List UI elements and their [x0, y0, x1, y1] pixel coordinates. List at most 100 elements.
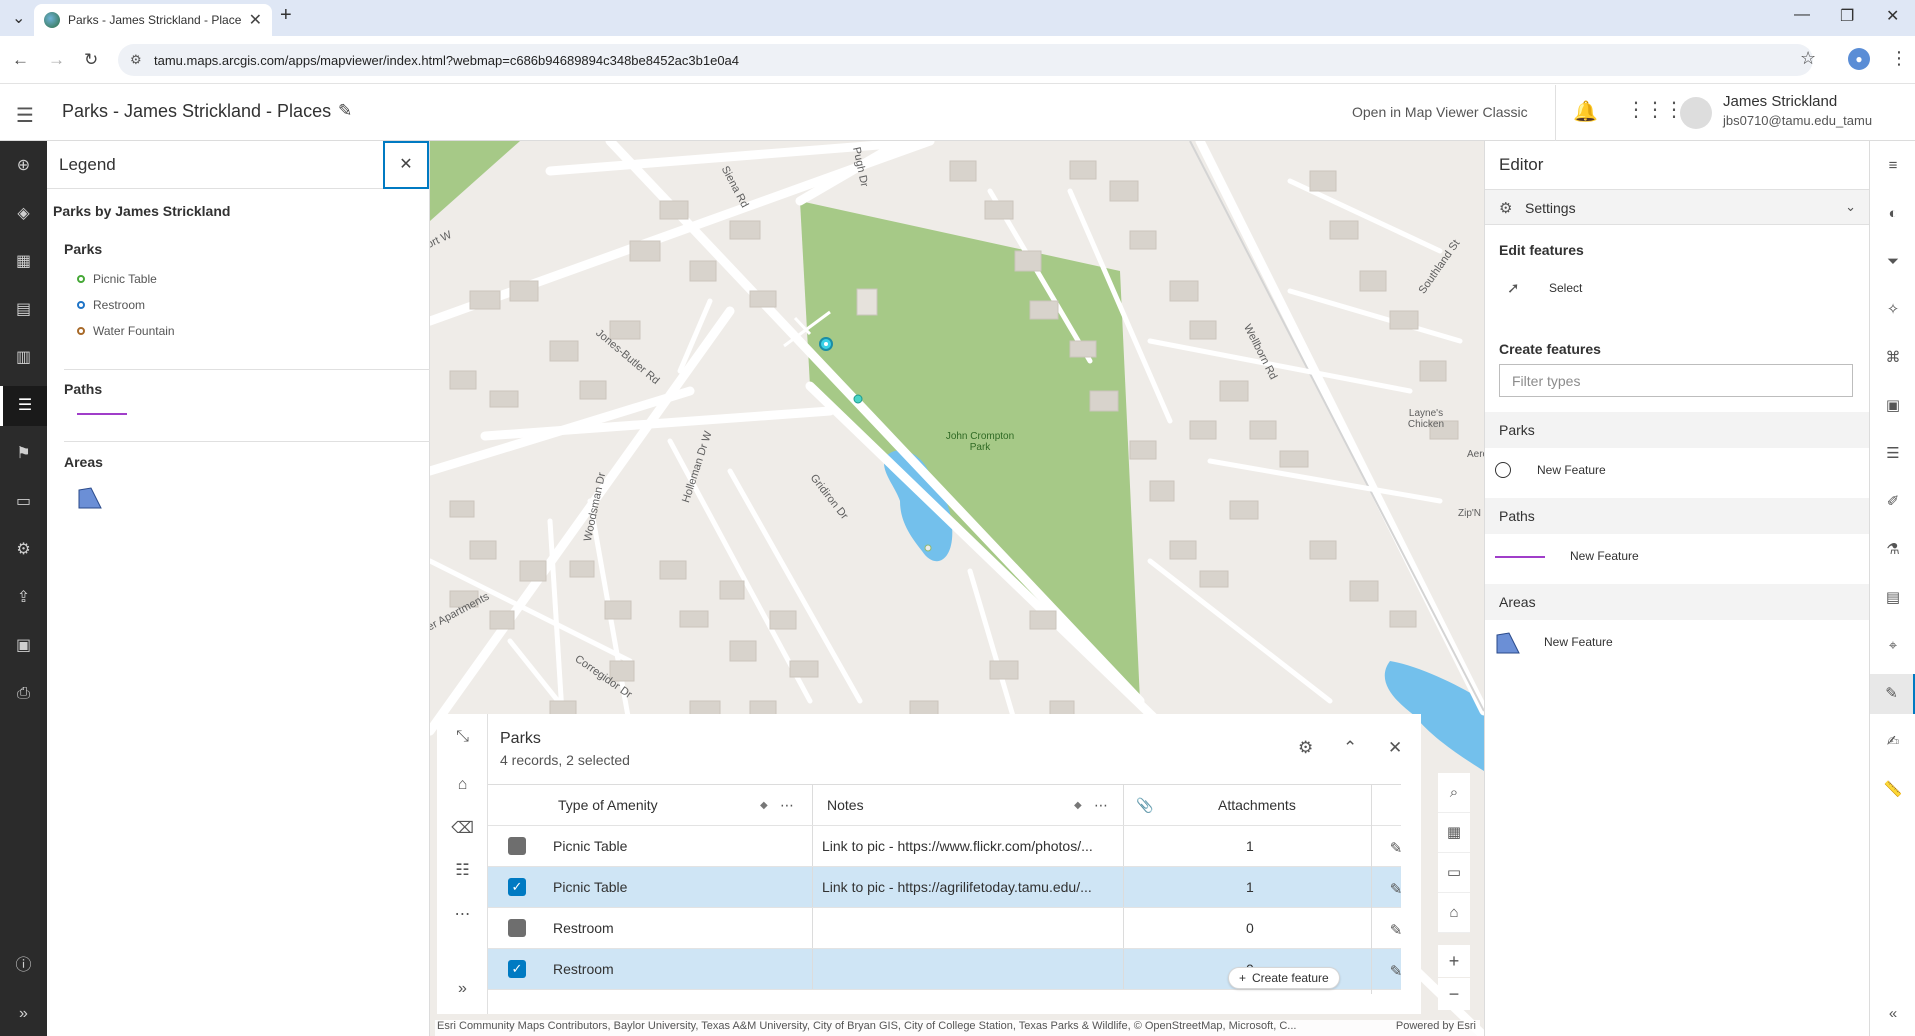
site-info-icon[interactable]: ⚙ [130, 52, 142, 68]
forward-icon[interactable]: → [48, 50, 65, 70]
search-icon[interactable]: ⌕ [1438, 773, 1470, 813]
close-legend-button[interactable]: ✕ [383, 141, 429, 189]
column-menu-icon[interactable]: ⋯ [780, 785, 795, 825]
browser-menu-icon[interactable]: ⋮ [1890, 48, 1908, 69]
new-feature-areas[interactable]: New Feature [1485, 623, 1870, 663]
tab-search-icon[interactable]: ⌄ [12, 8, 25, 28]
edit-row-icon[interactable]: ✎ [1371, 839, 1421, 857]
collapse-up-icon[interactable]: ⌃ [1343, 738, 1357, 758]
row-checkbox[interactable]: ✓ [508, 867, 526, 907]
column-header-type[interactable]: Type of Amenity [558, 785, 728, 825]
open-classic-link[interactable]: Open in Map Viewer Classic [1352, 104, 1528, 120]
row-checkbox[interactable]: ✓ [508, 949, 526, 989]
edit-title-icon[interactable]: ✎ [338, 101, 352, 121]
map-tools: ⌕ ▦ ▭ ⌂ [1438, 773, 1470, 933]
screen-icon[interactable]: ▭ [1438, 853, 1470, 893]
app-launcher-icon[interactable]: ⋮⋮⋮ [1626, 97, 1684, 122]
expand-toolbar-icon[interactable]: » [437, 980, 488, 998]
row-checkbox[interactable] [508, 826, 526, 866]
settings-icon[interactable]: ⚙ [0, 530, 47, 570]
home-icon[interactable]: ⌂ [1438, 893, 1470, 933]
zoom-out-icon[interactable]: − [1438, 978, 1470, 1010]
close-window-icon[interactable]: ✕ [1886, 6, 1899, 26]
more-options-icon[interactable]: ⋯ [437, 904, 488, 924]
select-tool[interactable]: ➚ Select [1485, 269, 1870, 309]
layers-icon[interactable]: ◈ [0, 194, 47, 234]
sketch-tool-icon[interactable]: ✍ [1870, 722, 1915, 762]
sketch-icon[interactable]: ✐ [1870, 482, 1915, 522]
sort-icon[interactable]: ◆ [760, 785, 768, 825]
notifications-icon[interactable]: 🔔 [1573, 99, 1598, 124]
row-checkbox[interactable] [508, 908, 526, 948]
new-feature-parks[interactable]: New Feature [1485, 451, 1870, 491]
column-header-attachments[interactable]: Attachments [1218, 785, 1318, 825]
profile-icon[interactable]: ● [1848, 48, 1870, 70]
properties-icon[interactable]: ▭ [0, 482, 47, 522]
add-layer-icon[interactable]: ⊕ [0, 146, 47, 186]
restore-icon[interactable]: ❐ [1840, 6, 1854, 26]
location-icon[interactable]: ⌖ [1870, 626, 1915, 666]
map-attribution: Esri Community Maps Contributors, Baylor… [435, 1020, 1480, 1036]
close-table-icon[interactable]: ✕ [1388, 738, 1402, 758]
legend-icon[interactable]: ☰ [0, 386, 47, 426]
table-row[interactable]: Restroom 0 [488, 908, 1401, 949]
new-tab-icon[interactable]: + [280, 4, 292, 27]
bookmark-star-icon[interactable]: ☆ [1800, 48, 1816, 69]
table-row[interactable]: Picnic Table Link to pic - https://www.f… [488, 826, 1401, 867]
back-icon[interactable]: ← [12, 50, 29, 70]
reload-icon[interactable]: ↻ [84, 50, 98, 70]
url-field[interactable]: ⚙ tamu.maps.arcgis.com/apps/mapviewer/in… [118, 44, 1813, 76]
right-toolbar: ≡ ◐ ⏷ ✧ ⌘ ▣ ☰ ✐ ⚗ ▤ ⌖ ✎ ✍ 📏 « [1869, 141, 1915, 1036]
forms-icon[interactable]: ▤ [1870, 578, 1915, 618]
properties-icon[interactable]: ≡ [1870, 146, 1915, 186]
user-name[interactable]: James Strickland [1723, 93, 1837, 110]
tables-icon[interactable]: ▦ [0, 242, 47, 282]
pop-ups-icon[interactable]: ⌘ [1870, 338, 1915, 378]
sort-icon[interactable]: ◆ [1074, 785, 1082, 825]
print-icon[interactable]: ⎙ [0, 674, 47, 714]
edit-row-icon[interactable]: ✎ [1371, 921, 1421, 939]
bookmarks-icon[interactable]: ⚑ [0, 434, 47, 474]
fields-icon[interactable]: ▣ [1870, 386, 1915, 426]
column-menu-icon[interactable]: ⋯ [1094, 785, 1109, 825]
browser-tab[interactable]: Parks - James Strickland - Place ✕ [34, 4, 272, 36]
minimize-icon[interactable]: — [1794, 6, 1810, 24]
editor-settings-toggle[interactable]: ⚙ Settings ⌄ [1485, 189, 1870, 225]
collapse-panel-icon[interactable]: « [1870, 994, 1915, 1034]
collapse-table-icon[interactable]: ⤡ [437, 728, 488, 746]
table-row[interactable]: ✓ Picnic Table Link to pic - https://agr… [488, 867, 1401, 908]
filter-types-input[interactable]: Filter types [1499, 364, 1853, 397]
filter-icon[interactable]: ⏷ [1870, 242, 1915, 282]
measure-icon[interactable]: ▦ [1438, 813, 1470, 853]
user-email[interactable]: jbs0710@tamu.edu_tamu [1723, 113, 1872, 128]
styles-icon[interactable]: ◐ [1870, 194, 1915, 234]
edit-row-icon[interactable]: ✎ [1371, 880, 1421, 898]
info-icon[interactable]: ⓘ [0, 946, 47, 986]
share-icon[interactable]: ⇪ [0, 578, 47, 618]
edit-row-icon[interactable]: ✎ [1371, 962, 1421, 980]
line-symbol-icon [1495, 556, 1545, 558]
zoom-in-icon[interactable]: + [1438, 945, 1470, 977]
avatar[interactable] [1680, 97, 1712, 129]
expand-toolbar-icon[interactable]: » [0, 994, 47, 1034]
analysis-icon[interactable]: ⚗ [1870, 530, 1915, 570]
legend-title: Legend [59, 155, 116, 174]
labels-icon[interactable]: ☰ [1870, 434, 1915, 474]
column-header-notes[interactable]: Notes [827, 785, 1027, 825]
create-feature-button[interactable]: + Create feature [1228, 967, 1340, 989]
close-tab-icon[interactable]: ✕ [249, 10, 262, 30]
measurement-icon[interactable]: 📏 [1870, 770, 1915, 810]
clear-selection-icon[interactable]: ⌫ [437, 818, 488, 838]
zoom-to-icon[interactable]: ⌂ [437, 776, 488, 794]
edit-icon[interactable]: ✎ [1870, 674, 1915, 714]
filter-selected-icon[interactable]: ☷ [437, 860, 488, 880]
effects-icon[interactable]: ✧ [1870, 290, 1915, 330]
powered-by-esri[interactable]: Powered by Esri [1396, 1020, 1476, 1032]
table-settings-icon[interactable]: ⚙ [1298, 738, 1313, 758]
basemap-icon[interactable]: ▤ [0, 290, 47, 330]
create-app-icon[interactable]: ▣ [0, 626, 47, 666]
hamburger-menu-icon[interactable]: ☰ [16, 103, 34, 128]
address-bar: ← → ↻ ⚙ tamu.maps.arcgis.com/apps/mapvie… [0, 36, 1915, 84]
new-feature-paths[interactable]: New Feature [1485, 537, 1870, 577]
charts-icon[interactable]: ▥ [0, 338, 47, 378]
